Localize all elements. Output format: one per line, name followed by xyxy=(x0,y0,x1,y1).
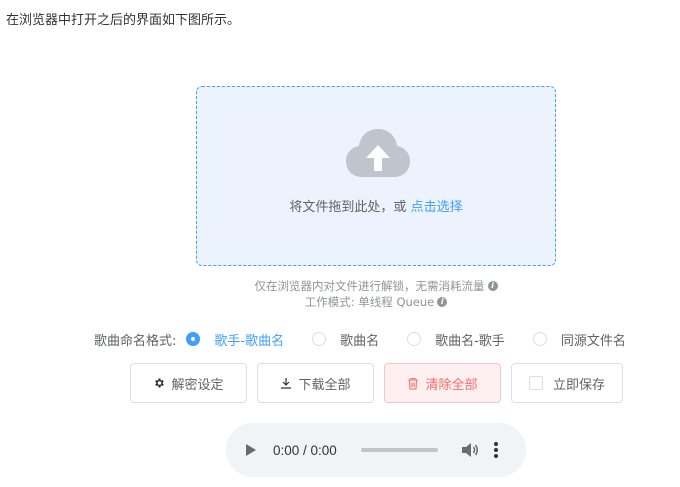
volume-icon[interactable] xyxy=(461,442,479,458)
hint-line-1: 仅在浏览器内对文件进行解锁，无需消耗流量 i xyxy=(196,278,556,294)
drop-text: 将文件拖到此处，或 点击选择 xyxy=(197,196,555,215)
drop-prompt: 将文件拖到此处，或 xyxy=(289,200,407,215)
radio-label: 歌手-歌曲名 xyxy=(214,333,285,349)
download-all-button[interactable]: 下载全部 xyxy=(257,363,374,403)
hint-work-mode: 工作模式: 单线程 Queue xyxy=(304,295,435,309)
radio-label: 同源文件名 xyxy=(560,333,626,349)
intro-text: 在浏览器中打开之后的界面如下图所示。 xyxy=(6,13,241,28)
button-label: 下载全部 xyxy=(298,377,351,393)
trash-icon xyxy=(407,377,419,390)
upload-hints: 仅在浏览器内对文件进行解锁，无需消耗流量 i 工作模式: 单线程 Queue i xyxy=(196,278,556,310)
info-icon[interactable]: i xyxy=(487,280,498,291)
radio-circle[interactable] xyxy=(407,332,422,346)
save-now-checkbox[interactable] xyxy=(528,376,543,390)
radio-source-filename[interactable]: 同源文件名 xyxy=(532,330,626,349)
upload-dropzone[interactable]: 将文件拖到此处，或 点击选择 xyxy=(196,86,556,266)
time-display: 0:00 / 0:00 xyxy=(273,442,337,458)
audio-player: 0:00 / 0:00 xyxy=(226,423,526,477)
naming-format-group: 歌曲命名格式: 歌手-歌曲名 歌曲名 歌曲名-歌手 同源文件名 xyxy=(94,330,626,349)
play-icon[interactable] xyxy=(246,444,256,456)
decrypt-settings-button[interactable]: 解密设定 xyxy=(130,363,247,403)
progress-bar[interactable] xyxy=(361,448,438,452)
button-label: 立即保存 xyxy=(552,377,605,393)
radio-circle[interactable] xyxy=(532,332,547,346)
save-now-checkbox-button[interactable]: 立即保存 xyxy=(511,363,623,403)
gear-icon xyxy=(153,377,165,389)
info-icon[interactable]: i xyxy=(437,296,448,307)
select-file-link[interactable]: 点击选择 xyxy=(411,200,463,215)
radio-artist-title[interactable]: 歌手-歌曲名 xyxy=(186,330,284,349)
button-label: 清除全部 xyxy=(425,377,478,393)
cloud-upload-icon xyxy=(346,129,410,177)
hint-line-2: 工作模式: 单线程 Queue i xyxy=(196,294,556,310)
radio-title[interactable]: 歌曲名 xyxy=(312,330,379,349)
more-vertical-icon[interactable] xyxy=(494,442,498,458)
hint-no-traffic: 仅在浏览器内对文件进行解锁，无需消耗流量 xyxy=(254,279,485,293)
radio-label: 歌曲名-歌手 xyxy=(435,333,505,349)
download-icon xyxy=(280,377,292,389)
radio-title-artist[interactable]: 歌曲名-歌手 xyxy=(407,330,505,349)
radio-circle[interactable] xyxy=(312,332,327,346)
clear-all-button[interactable]: 清除全部 xyxy=(384,363,501,403)
radio-label: 歌曲名 xyxy=(340,333,380,349)
radio-circle[interactable] xyxy=(186,332,201,346)
button-label: 解密设定 xyxy=(171,377,224,393)
naming-format-label: 歌曲命名格式: xyxy=(94,333,177,349)
